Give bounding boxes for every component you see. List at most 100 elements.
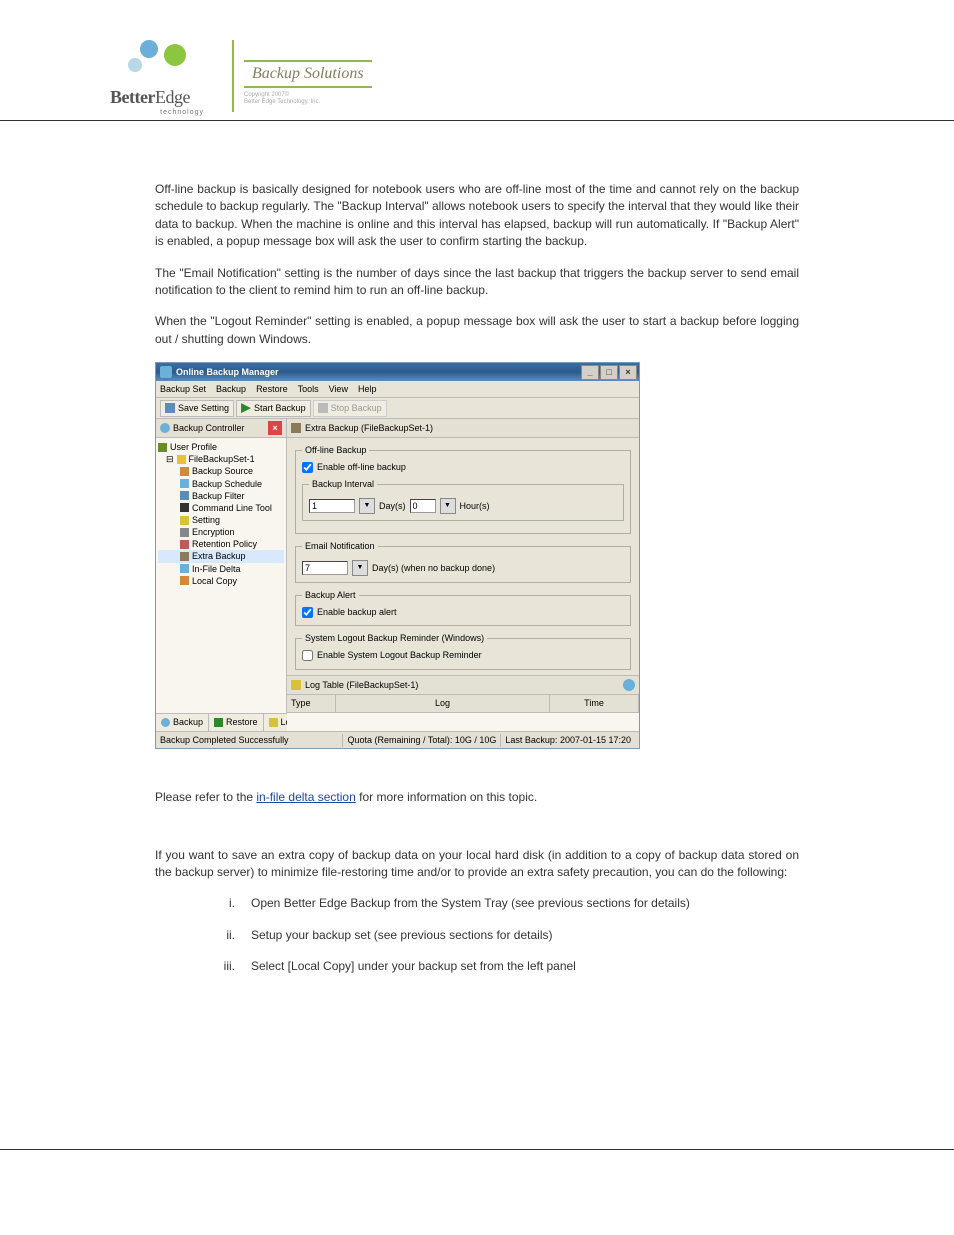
copyright: Copyright 2007© Better Edge Technology, …: [244, 92, 372, 106]
tree-node-icon: [180, 576, 189, 585]
tree-node[interactable]: User Profile: [158, 441, 284, 453]
tree-node[interactable]: Extra Backup: [158, 550, 284, 562]
menubar: Backup Set Backup Restore Tools View Hel…: [156, 381, 639, 398]
minimize-button[interactable]: _: [581, 365, 599, 380]
email-days-input[interactable]: [302, 561, 348, 575]
tree-node[interactable]: Command Line Tool: [158, 502, 284, 514]
tree-node-icon: [180, 479, 189, 488]
globe-icon: [160, 423, 170, 433]
tree-node-label: Local Copy: [192, 575, 237, 587]
label: Hour(s): [460, 500, 490, 513]
backup-alert-group: Backup Alert Enable backup alert: [295, 589, 631, 626]
log-title: Log Table (FileBackupSet-1): [305, 679, 418, 692]
tree-node[interactable]: Encryption: [158, 526, 284, 538]
tree-node-icon: [180, 516, 189, 525]
tree-node[interactable]: Setting: [158, 514, 284, 526]
tree-node[interactable]: Backup Schedule: [158, 478, 284, 490]
app-icon: [160, 366, 172, 378]
tree-node[interactable]: In-File Delta: [158, 563, 284, 575]
status-message: Backup Completed Successfully: [160, 734, 289, 747]
tree-node-icon: [180, 552, 189, 561]
tree-node[interactable]: Backup Source: [158, 465, 284, 477]
start-backup-button[interactable]: Start Backup: [236, 400, 311, 417]
tree-node[interactable]: Backup Filter: [158, 490, 284, 502]
tree-node[interactable]: ⊟FileBackupSet-1: [158, 453, 284, 465]
betteredge-logo: BetterEdge technology: [110, 40, 210, 110]
tree-node-label: Backup Schedule: [192, 478, 262, 490]
step-item: i. Open Better Edge Backup from the Syst…: [195, 895, 799, 912]
tree-node-icon: [180, 467, 189, 476]
logo-tagline: technology: [160, 109, 204, 116]
titlebar: Online Backup Manager _ □ ×: [156, 363, 639, 381]
app-window: Online Backup Manager _ □ × Backup Set B…: [155, 362, 640, 749]
tree-node[interactable]: Local Copy: [158, 575, 284, 587]
tree-node-icon: [180, 564, 189, 573]
in-file-delta-link[interactable]: in-file delta section: [256, 790, 355, 804]
tree-node-label: Backup Source: [192, 465, 253, 477]
steps-list: i. Open Better Edge Backup from the Syst…: [195, 895, 799, 975]
save-setting-button[interactable]: Save Setting: [160, 400, 234, 417]
refresh-icon[interactable]: [623, 679, 635, 691]
stop-backup-button[interactable]: Stop Backup: [313, 400, 387, 417]
offline-backup-group: Off-line Backup Enable off-line backup B…: [295, 444, 631, 534]
dropdown-icon[interactable]: ▼: [359, 498, 375, 514]
paragraph: Please refer to the in-file delta sectio…: [155, 789, 799, 806]
tree-node-label: Setting: [192, 514, 220, 526]
paragraph: If you want to save an extra copy of bac…: [155, 847, 799, 882]
step-item: iii. Select [Local Copy] under your back…: [195, 958, 799, 975]
footer-rule: [0, 1149, 954, 1150]
step-text: Select [Local Copy] under your backup se…: [251, 958, 576, 975]
tree-view: User Profile⊟FileBackupSet-1Backup Sourc…: [156, 438, 286, 713]
menu-item[interactable]: Restore: [256, 383, 288, 396]
logout-reminder-group: System Logout Backup Reminder (Windows) …: [295, 632, 631, 669]
panel-close-button[interactable]: ×: [268, 421, 282, 435]
tree-node-label: Extra Backup: [192, 550, 246, 562]
label: Day(s) (when no backup done): [372, 562, 495, 575]
enable-alert-checkbox[interactable]: [302, 607, 313, 618]
interval-days-input[interactable]: [309, 499, 355, 513]
tree-node-icon: [177, 455, 186, 464]
backup-interval-group: Backup Interval ▼ Day(s) ▼ Hour(s): [302, 478, 624, 521]
step-number: i.: [195, 895, 251, 912]
restore-icon: [214, 718, 223, 727]
log-area: [287, 713, 639, 731]
step-item: ii. Setup your backup set (see previous …: [195, 927, 799, 944]
checkbox-label: Enable off-line backup: [317, 461, 406, 474]
log-icon: [291, 680, 301, 690]
tree-node-label: Command Line Tool: [192, 502, 272, 514]
close-button[interactable]: ×: [619, 365, 637, 380]
enable-offline-checkbox[interactable]: [302, 462, 313, 473]
status-last-backup: Last Backup: 2007-01-15 17:20: [500, 734, 635, 747]
save-icon: [165, 403, 175, 413]
dropdown-icon[interactable]: ▼: [440, 498, 456, 514]
menu-item[interactable]: View: [329, 383, 348, 396]
menu-item[interactable]: Help: [358, 383, 377, 396]
paragraph: When the "Logout Reminder" setting is en…: [155, 313, 799, 348]
separator: [232, 40, 234, 112]
maximize-button[interactable]: □: [600, 365, 618, 380]
globe-icon: [161, 718, 170, 727]
panel-title: Extra Backup (FileBackupSet-1): [305, 422, 433, 435]
status-quota: Quota (Remaining / Total): 10G / 10G: [342, 734, 500, 747]
tree-node-icon: [158, 443, 167, 452]
tree-node-label: Retention Policy: [192, 538, 257, 550]
log-table-header: Type Log Time: [287, 695, 639, 713]
menu-item[interactable]: Backup: [216, 383, 246, 396]
checkbox-label: Enable backup alert: [317, 606, 397, 619]
enable-logout-reminder-checkbox[interactable]: [302, 650, 313, 661]
step-number: ii.: [195, 927, 251, 944]
paragraph: Off-line backup is basically designed fo…: [155, 181, 799, 251]
tree-node-label: Backup Filter: [192, 490, 245, 502]
product-title: Backup Solutions: [244, 60, 372, 88]
interval-hours-input[interactable]: [410, 499, 436, 513]
tab-restore[interactable]: Restore: [209, 714, 264, 731]
tab-backup[interactable]: Backup: [156, 714, 209, 731]
menu-item[interactable]: Tools: [298, 383, 319, 396]
log-icon: [269, 718, 278, 727]
tree-node-label: User Profile: [170, 441, 217, 453]
menu-item[interactable]: Backup Set: [160, 383, 206, 396]
tree-node[interactable]: Retention Policy: [158, 538, 284, 550]
logo-dot-icon: [164, 44, 186, 66]
toolbar: Save Setting Start Backup Stop Backup: [156, 398, 639, 419]
dropdown-icon[interactable]: ▼: [352, 560, 368, 576]
